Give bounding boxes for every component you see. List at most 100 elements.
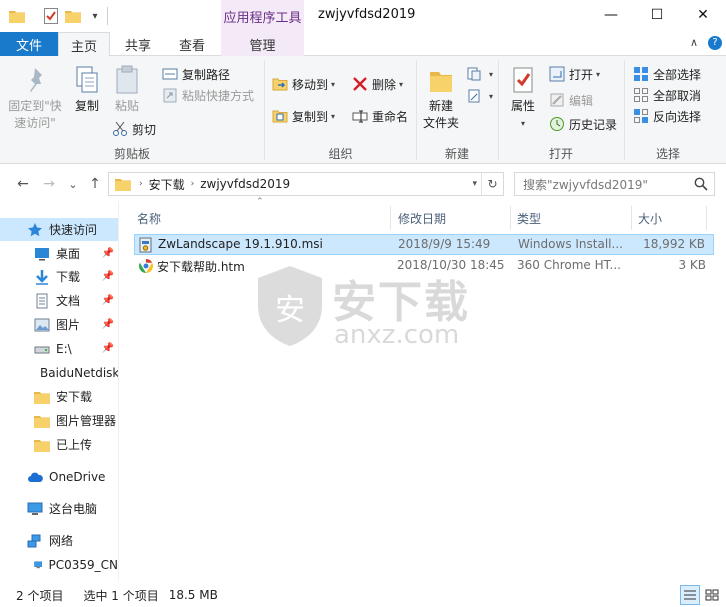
open-dropdown-icon: ▾ xyxy=(596,69,601,79)
table-row[interactable]: ZwLandscape 19.1.910.msi 2018/9/9 15:49 … xyxy=(134,234,714,255)
nav-item-pc0359[interactable]: PC0359_CN xyxy=(0,553,118,576)
minimize-button[interactable]: — xyxy=(588,0,634,30)
new-folder-button[interactable]: 新建 文件夹 xyxy=(421,64,461,132)
breadcrumb-segment[interactable]: 安下载 xyxy=(149,176,185,193)
large-icons-view-button[interactable] xyxy=(702,585,722,605)
tab-manage[interactable]: 管理 xyxy=(221,32,304,56)
address-bar[interactable]: › 安下载 › zwjyvfdsd2019 ▾ ↻ xyxy=(108,172,504,196)
pin-icon[interactable]: 📌 xyxy=(102,295,114,306)
maximize-button[interactable]: ☐ xyxy=(634,0,680,30)
back-button[interactable]: ← xyxy=(14,175,32,193)
new-item-button[interactable]: ▾ xyxy=(466,64,493,84)
new-item-dropdown-icon: ▾ xyxy=(489,69,494,79)
select-group-label: 选择 xyxy=(655,147,680,161)
customize-quick-access-icon[interactable]: ▾ xyxy=(86,6,104,26)
nav-item-quick-access[interactable]: 快速访问 xyxy=(0,218,118,241)
new-group-label: 新建 xyxy=(444,147,469,161)
shield-logo-icon: 安 xyxy=(258,266,322,346)
close-button[interactable]: ✕ xyxy=(680,0,726,30)
nav-item-network[interactable]: 网络 xyxy=(0,529,118,552)
forward-button[interactable]: → xyxy=(40,175,58,193)
collapse-ribbon-icon[interactable]: ∧ xyxy=(690,36,698,49)
nav-item-uploaded[interactable]: 已上传 xyxy=(0,433,118,456)
tab-home[interactable]: 主页 xyxy=(58,32,110,57)
nav-item-image-manager[interactable]: 图片管理器 xyxy=(0,409,118,432)
rename-button[interactable]: 重命名 xyxy=(352,106,408,126)
easy-access-dropdown-icon: ▾ xyxy=(489,91,494,101)
paste-shortcut-icon xyxy=(163,88,177,103)
select-none-button[interactable]: 全部取消 xyxy=(633,85,701,105)
column-name[interactable]: 名称 xyxy=(137,206,161,230)
paste-button[interactable]: 粘贴 xyxy=(110,64,144,115)
nav-item-anxz[interactable]: 安下载 xyxy=(0,385,118,408)
pin-to-quick-access-button[interactable]: 固定到"快速访问" xyxy=(6,64,64,132)
pin-icon[interactable]: 📌 xyxy=(102,271,114,282)
large-icons-view-icon xyxy=(705,589,719,601)
desktop-icon xyxy=(35,247,49,260)
select-all-button[interactable]: 全部选择 xyxy=(633,64,701,84)
document-icon xyxy=(36,293,48,308)
new-folder-quick-icon[interactable] xyxy=(64,6,82,26)
copy-path-button[interactable]: 复制路径 xyxy=(162,64,230,84)
search-icon[interactable] xyxy=(694,177,708,191)
cut-button[interactable]: 剪切 xyxy=(112,119,156,139)
column-size[interactable]: 大小 xyxy=(638,206,662,230)
properties-button[interactable]: 属性 ▾ xyxy=(505,64,541,132)
recent-locations-button[interactable]: ⌄ xyxy=(64,175,82,193)
edit-button[interactable]: 编辑 xyxy=(549,90,593,110)
open-button[interactable]: 打开 ▾ xyxy=(549,64,600,84)
paste-shortcut-button[interactable]: 粘贴快捷方式 xyxy=(162,85,254,105)
nav-item-documents[interactable]: 文档 📌 xyxy=(0,289,118,312)
tab-share[interactable]: 共享 xyxy=(112,32,164,56)
nav-item-drive-e[interactable]: E:\ 📌 xyxy=(0,337,118,360)
copy-icon xyxy=(76,66,98,93)
file-size: 3 KB xyxy=(678,258,706,272)
copy-to-icon xyxy=(272,110,288,123)
select-none-icon xyxy=(634,88,648,102)
history-icon xyxy=(550,117,564,131)
column-date[interactable]: 修改日期 xyxy=(398,206,446,230)
nav-item-this-pc[interactable]: 这台电脑 xyxy=(0,497,118,520)
pin-icon[interactable]: 📌 xyxy=(102,319,114,330)
copy-to-button[interactable]: 复制到 ▾ xyxy=(272,106,335,126)
column-divider[interactable] xyxy=(706,206,707,230)
up-button[interactable]: ↑ xyxy=(86,175,104,193)
title-bar: ▾ 应用程序工具 zwjyvfdsd2019 — ☐ ✕ xyxy=(0,0,726,32)
file-name: ZwLandscape 19.1.910.msi xyxy=(158,237,323,251)
refresh-button[interactable]: ↻ xyxy=(481,173,503,195)
svg-text:安: 安 xyxy=(275,293,305,328)
address-dropdown-icon[interactable]: ▾ xyxy=(472,179,477,189)
nav-item-baidunetdisk[interactable]: BaiduNetdisk xyxy=(0,361,118,384)
nav-item-desktop[interactable]: 桌面 📌 xyxy=(0,242,118,265)
help-icon[interactable]: ? xyxy=(708,36,722,50)
invert-selection-button[interactable]: 反向选择 xyxy=(633,106,701,126)
tab-view[interactable]: 查看 xyxy=(166,32,218,56)
column-type[interactable]: 类型 xyxy=(517,206,541,230)
history-button[interactable]: 历史记录 xyxy=(549,114,617,134)
drive-icon xyxy=(34,346,50,353)
breadcrumb-segment[interactable]: zwjyvfdsd2019 xyxy=(200,177,290,191)
nav-item-pictures[interactable]: 图片 📌 xyxy=(0,313,118,336)
tab-file[interactable]: 文件 xyxy=(0,32,58,56)
move-to-button[interactable]: 移动到 ▾ xyxy=(272,74,335,94)
nav-item-onedrive[interactable]: OneDrive xyxy=(0,465,118,488)
delete-button[interactable]: 删除 ▾ xyxy=(352,74,403,94)
pin-icon[interactable]: 📌 xyxy=(102,248,114,259)
msi-installer-icon xyxy=(139,237,152,253)
column-divider[interactable] xyxy=(390,206,391,230)
search-placeholder: 搜索"zwjyvfdsd2019" xyxy=(523,177,648,192)
browser-icon xyxy=(139,259,153,273)
column-divider[interactable] xyxy=(510,206,511,230)
sort-up-icon: ⌃ xyxy=(256,197,264,207)
easy-access-button[interactable]: ▾ xyxy=(466,86,493,106)
pin-icon[interactable]: 📌 xyxy=(102,343,114,354)
properties-quick-icon[interactable] xyxy=(42,6,60,26)
pin-icon xyxy=(30,68,42,92)
column-divider[interactable] xyxy=(631,206,632,230)
search-box[interactable]: 搜索"zwjyvfdsd2019" xyxy=(514,172,715,196)
details-view-button[interactable] xyxy=(680,585,700,605)
pane-divider[interactable] xyxy=(118,201,119,581)
nav-item-downloads[interactable]: 下载 📌 xyxy=(0,265,118,288)
copy-button[interactable]: 复制 xyxy=(70,64,104,115)
status-bar: 2 个项目 选中 1 个项目 18.5 MB xyxy=(0,583,726,607)
